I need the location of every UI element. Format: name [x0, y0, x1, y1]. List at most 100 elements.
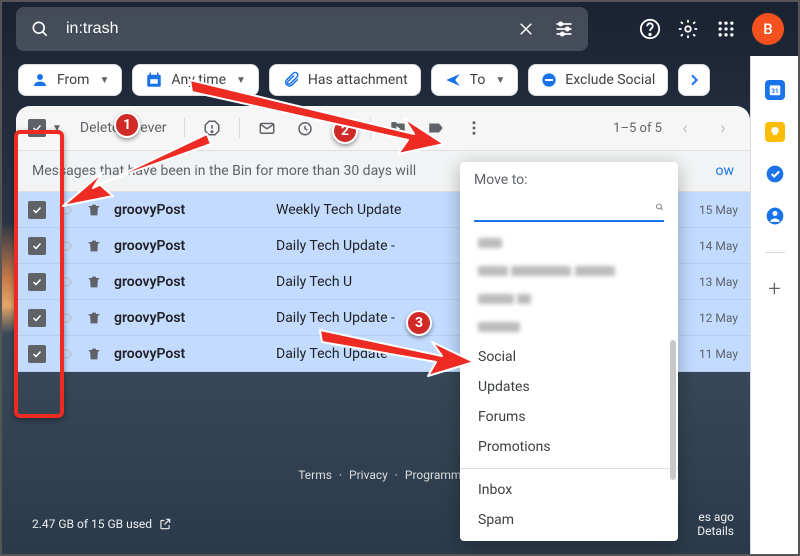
importance-icon[interactable]: [58, 274, 74, 290]
select-dropdown[interactable]: ▼: [52, 123, 62, 134]
row-date: 11 May: [678, 347, 738, 361]
popover-label-blurred[interactable]: [460, 230, 678, 258]
popover-item-forums[interactable]: Forums: [460, 402, 678, 432]
pager-text: 1–5 of 5: [613, 121, 662, 136]
search-icon: [28, 17, 52, 41]
search-icon: [655, 198, 664, 216]
importance-icon[interactable]: [58, 238, 74, 254]
row-date: 12 May: [678, 311, 738, 325]
svg-text:31: 31: [771, 87, 778, 95]
chip-scroll-right[interactable]: [678, 64, 710, 96]
chip-label: To: [470, 72, 486, 88]
popover-label-blurred[interactable]: [460, 258, 678, 286]
row-date: 15 May: [678, 203, 738, 217]
chip-exclude-social[interactable]: Exclude Social: [528, 64, 668, 96]
importance-icon[interactable]: [58, 346, 74, 362]
help-icon[interactable]: [638, 17, 662, 41]
chip-to[interactable]: To ▼: [431, 64, 519, 96]
popover-scrollbar[interactable]: [670, 340, 676, 480]
search-box[interactable]: [16, 7, 588, 51]
footer-activity: es ago Details: [697, 510, 734, 538]
popover-item-spam[interactable]: Spam: [460, 505, 678, 535]
activity-details-link[interactable]: Details: [697, 524, 734, 538]
trash-icon: [86, 238, 102, 254]
chip-from[interactable]: From ▼: [18, 64, 122, 96]
popover-item-promotions[interactable]: Promotions: [460, 432, 678, 462]
report-spam-icon[interactable]: [195, 111, 229, 145]
last-activity-text: es ago: [697, 510, 734, 524]
row-checkbox[interactable]: [28, 309, 46, 327]
chevron-down-icon: ▼: [236, 75, 246, 86]
move-to-icon[interactable]: [381, 111, 415, 145]
trash-icon: [86, 202, 102, 218]
chip-anytime[interactable]: Any time ▼: [132, 64, 259, 96]
pager-prev[interactable]: ‹: [670, 113, 700, 143]
chevron-down-icon: ▼: [99, 75, 109, 86]
popover-item-updates[interactable]: Updates: [460, 372, 678, 402]
chip-label: Any time: [171, 72, 226, 88]
storage-text: 2.47 GB of 15 GB used: [32, 517, 152, 531]
more-icon[interactable]: [457, 111, 491, 145]
chevron-down-icon: ▼: [495, 75, 505, 86]
search-input[interactable]: [66, 20, 500, 38]
row-sender: groovyPost: [114, 310, 264, 326]
pager-next[interactable]: ›: [708, 113, 738, 143]
labels-icon[interactable]: [419, 111, 453, 145]
footer-link-privacy[interactable]: Privacy: [349, 468, 388, 482]
popover-search-input[interactable]: [474, 199, 655, 215]
topbar-right: B: [638, 13, 784, 45]
pager: 1–5 of 5 ‹ ›: [613, 113, 738, 143]
calendar-icon[interactable]: 31: [765, 80, 785, 100]
toolbar: ▼ Delete forever 1–5 of 5 ‹ ›: [16, 106, 750, 150]
row-sender: groovyPost: [114, 274, 264, 290]
row-sender: groovyPost: [114, 346, 264, 362]
delete-forever-button[interactable]: Delete forever: [80, 120, 167, 136]
importance-icon[interactable]: [58, 202, 74, 218]
keep-icon[interactable]: [765, 122, 785, 142]
popover-search[interactable]: [474, 194, 664, 222]
row-sender: groovyPost: [114, 238, 264, 254]
row-checkbox[interactable]: [28, 237, 46, 255]
toolbar-separator: [184, 118, 185, 138]
chip-label: Has attachment: [308, 72, 408, 88]
settings-icon[interactable]: [676, 17, 700, 41]
side-panel: 31 +: [750, 56, 798, 554]
row-checkbox[interactable]: [28, 345, 46, 363]
row-checkbox[interactable]: [28, 201, 46, 219]
empty-bin-link[interactable]: ow: [715, 163, 734, 179]
move-to-popover: Move to: Social Updates Forums Promotion…: [460, 162, 678, 541]
side-panel-separator: [765, 252, 785, 253]
topbar: B: [2, 2, 798, 56]
popover-label-blurred[interactable]: [460, 314, 678, 342]
select-all-checkbox[interactable]: [28, 119, 46, 137]
trash-icon: [86, 274, 102, 290]
popover-list: Social Updates Forums Promotions Inbox S…: [460, 230, 678, 535]
filter-chips: From ▼ Any time ▼ Has attachment To ▼ Ex…: [2, 56, 798, 106]
toolbar-separator: [370, 118, 371, 138]
popover-label-blurred[interactable]: [460, 286, 678, 314]
footer-link-programme[interactable]: Programme: [405, 468, 468, 482]
row-sender: groovyPost: [114, 202, 264, 218]
storage-usage: 2.47 GB of 15 GB used: [32, 510, 172, 538]
chip-has-attachment[interactable]: Has attachment: [269, 64, 421, 96]
clear-search-icon[interactable]: [514, 17, 538, 41]
snooze-icon[interactable]: [288, 111, 322, 145]
row-date: 14 May: [678, 239, 738, 253]
footer-link-terms[interactable]: Terms: [298, 468, 332, 482]
add-addon-icon[interactable]: +: [765, 279, 785, 299]
apps-icon[interactable]: [714, 17, 738, 41]
contacts-icon[interactable]: [765, 206, 785, 226]
avatar[interactable]: B: [752, 13, 784, 45]
toolbar-separator: [239, 118, 240, 138]
mark-unread-icon[interactable]: [250, 111, 284, 145]
popover-title: Move to:: [460, 162, 678, 194]
search-options-icon[interactable]: [552, 17, 576, 41]
importance-icon[interactable]: [58, 310, 74, 326]
add-to-tasks-icon[interactable]: [326, 111, 360, 145]
open-in-new-icon[interactable]: [158, 517, 172, 531]
bin-banner-text: Messages that have been in the Bin for m…: [32, 163, 416, 179]
tasks-icon[interactable]: [765, 164, 785, 184]
popover-item-social[interactable]: Social: [460, 342, 678, 372]
row-checkbox[interactable]: [28, 273, 46, 291]
popover-item-inbox[interactable]: Inbox: [460, 475, 678, 505]
